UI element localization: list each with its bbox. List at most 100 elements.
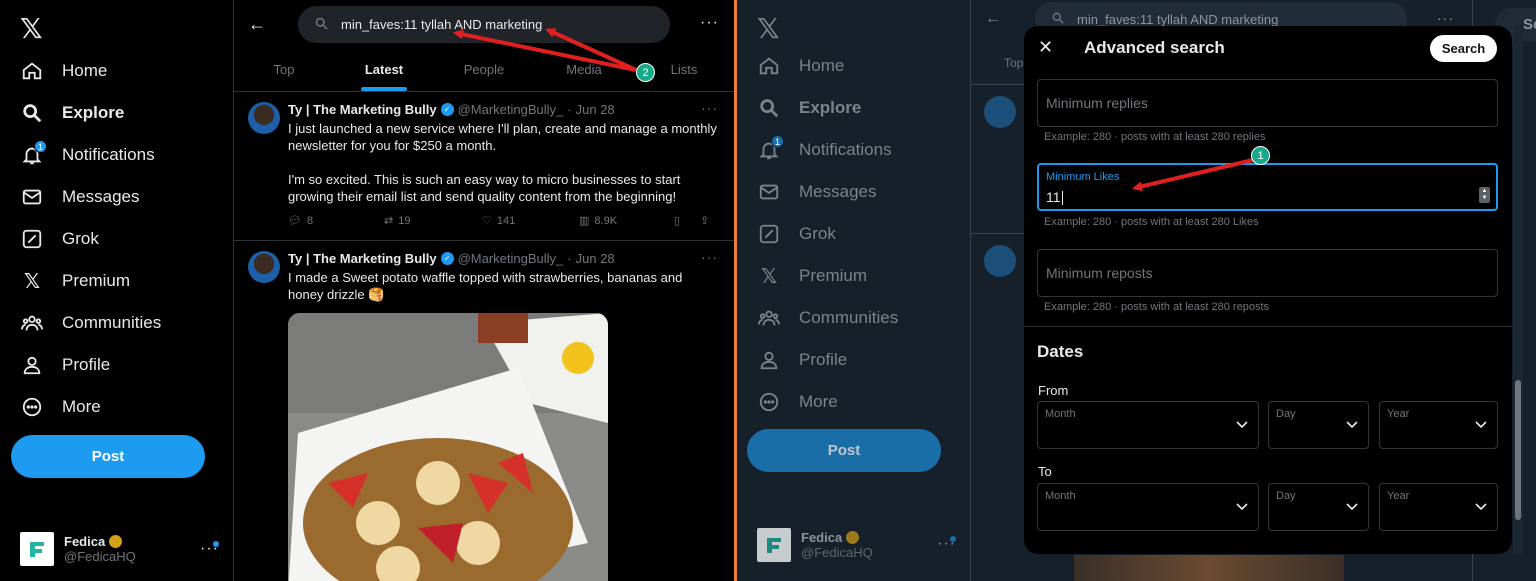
search-button[interactable]: Search <box>1430 35 1497 62</box>
post-button[interactable]: Post <box>747 429 941 472</box>
nav-more[interactable]: More <box>20 389 101 425</box>
reply-button[interactable]: 💬︎ 8 <box>288 214 384 228</box>
unread-dot <box>950 536 956 542</box>
back-arrow-icon[interactable]: ← <box>248 14 266 35</box>
tweet-author-handle[interactable]: @MarketingBully_ <box>458 102 564 117</box>
avatar[interactable] <box>248 251 280 283</box>
nav-profile[interactable]: Profile <box>757 342 847 378</box>
nav-grok[interactable]: Grok <box>20 221 99 257</box>
avatar[interactable] <box>248 102 280 134</box>
views-icon: ▥ <box>579 215 590 227</box>
nav-explore[interactable]: Explore <box>20 95 124 131</box>
notification-badge: 1 <box>771 135 784 148</box>
separator: · <box>567 251 572 266</box>
account-switcher[interactable]: Fedica @FedicaHQ <box>757 528 873 562</box>
nav-label: Explore <box>62 103 125 122</box>
person-icon <box>20 353 44 377</box>
number-stepper[interactable]: ▲ ▼ <box>1479 187 1490 203</box>
home-icon <box>757 54 781 78</box>
stepper-down-icon[interactable]: ▼ <box>1482 195 1488 202</box>
to-year-select[interactable]: Year <box>1379 483 1498 531</box>
right-sidebar: 𝕏 Home Explore 1 Notifications Messages … <box>737 0 971 581</box>
nav-more[interactable]: More <box>757 384 838 420</box>
nav-premium[interactable]: 𝕏 Premium <box>757 258 867 294</box>
back-arrow-icon[interactable]: ← <box>985 10 1001 28</box>
nav-notifications[interactable]: 1 Notifications <box>20 137 155 173</box>
tweet-more-icon[interactable]: ··· <box>701 100 718 116</box>
min-reposts-field[interactable]: Minimum reposts <box>1037 249 1498 297</box>
from-day-select[interactable]: Day <box>1268 401 1369 449</box>
nav-profile[interactable]: Profile <box>20 347 110 383</box>
tweet-header: Ty | The Marketing Bully ✓ @MarketingBul… <box>288 102 615 117</box>
envelope-icon <box>757 180 781 204</box>
from-month-select[interactable]: Month <box>1037 401 1259 449</box>
scrollbar-thumb[interactable] <box>1515 380 1521 520</box>
close-icon[interactable]: ✕ <box>1038 37 1053 58</box>
nav-label: Premium <box>62 271 131 290</box>
to-month-select[interactable]: Month <box>1037 483 1259 531</box>
nav-explore[interactable]: Explore <box>757 90 861 126</box>
more-options-icon[interactable]: ··· <box>1437 10 1454 26</box>
account-switcher[interactable]: Fedica @FedicaHQ <box>20 532 136 566</box>
more-circle-icon <box>20 395 44 419</box>
bell-icon: 1 <box>20 140 47 167</box>
like-button[interactable]: ♡ 141 <box>482 214 579 228</box>
views-button[interactable]: ▥ 8.9K <box>579 214 674 228</box>
x-logo-icon[interactable]: 𝕏 <box>757 12 780 45</box>
chevron-down-icon <box>1475 503 1487 511</box>
tweet-image-waffle[interactable] <box>288 313 608 581</box>
nav-grok[interactable]: Grok <box>757 216 836 252</box>
share-icon[interactable]: ⇪ <box>700 214 709 227</box>
nav-communities[interactable]: Communities <box>20 305 161 341</box>
to-day-select[interactable]: Day <box>1268 483 1369 531</box>
more-options-icon[interactable]: ··· <box>700 14 719 32</box>
tweet-author-name[interactable]: Ty | The Marketing Bully <box>288 251 437 266</box>
text-caret <box>1061 191 1063 206</box>
tab-top[interactable]: Top <box>1004 56 1023 70</box>
tweet-date[interactable]: Jun 28 <box>576 251 615 266</box>
search-icon <box>1051 11 1065 28</box>
grok-icon <box>20 227 44 251</box>
min-likes-field[interactable]: Minimum Likes 11 ▲ ▼ <box>1037 163 1498 211</box>
tweet-author-handle[interactable]: @MarketingBully_ <box>458 251 564 266</box>
tweet-text: I just launched a new service where I'll… <box>288 121 717 153</box>
x-logo-icon[interactable]: 𝕏 <box>20 12 43 45</box>
tab-media[interactable]: Media <box>534 52 634 91</box>
nav-messages[interactable]: Messages <box>20 179 139 215</box>
repost-button[interactable]: ⇄ 19 <box>384 214 482 228</box>
nav-home[interactable]: Home <box>757 48 844 84</box>
nav-notifications[interactable]: 1 Notifications <box>757 132 892 168</box>
tweet-date[interactable]: Jun 28 <box>576 102 615 117</box>
tab-top[interactable]: Top <box>234 52 334 91</box>
verified-badge-icon <box>846 531 860 544</box>
field-hint: Example: 280 · posts with at least 280 L… <box>1044 216 1259 228</box>
verified-badge-icon: ✓ <box>440 103 454 116</box>
tab-latest[interactable]: Latest <box>334 52 434 91</box>
from-year-select[interactable]: Year <box>1379 401 1498 449</box>
min-replies-field[interactable]: Minimum replies <box>1037 79 1498 127</box>
nav-premium[interactable]: 𝕏 Premium <box>20 263 130 299</box>
avatar[interactable] <box>984 96 1016 128</box>
nav-label: Home <box>799 56 845 75</box>
tweet[interactable]: Ty | The Marketing Bully ✓ @MarketingBul… <box>234 92 734 241</box>
tweet-author-name[interactable]: Ty | The Marketing Bully <box>288 102 437 117</box>
home-icon <box>20 59 44 83</box>
nav-messages[interactable]: Messages <box>757 174 876 210</box>
tab-people[interactable]: People <box>434 52 534 91</box>
stepper-up-icon[interactable]: ▲ <box>1482 188 1488 195</box>
field-hint: Example: 280 · posts with at least 280 r… <box>1044 131 1266 143</box>
nav-label: Messages <box>799 182 877 201</box>
nav-label: Communities <box>62 313 162 332</box>
tweet-more-icon[interactable]: ··· <box>701 249 718 265</box>
select-label: Year <box>1387 490 1410 502</box>
avatar[interactable] <box>984 245 1016 277</box>
nav-communities[interactable]: Communities <box>757 300 898 336</box>
search-input[interactable]: min_faves:11 tyllah AND marketing <box>298 6 670 43</box>
bookmark-icon[interactable]: ▯ <box>674 214 700 227</box>
left-sidebar: 𝕏 Home Explore 1 Notifications Messages … <box>0 0 234 581</box>
post-button[interactable]: Post <box>11 435 205 478</box>
search-query: min_faves:11 tyllah AND marketing <box>341 17 543 32</box>
background-image-fragment <box>1074 555 1344 581</box>
field-value: 11 <box>1046 189 1061 205</box>
nav-home[interactable]: Home <box>20 53 107 89</box>
